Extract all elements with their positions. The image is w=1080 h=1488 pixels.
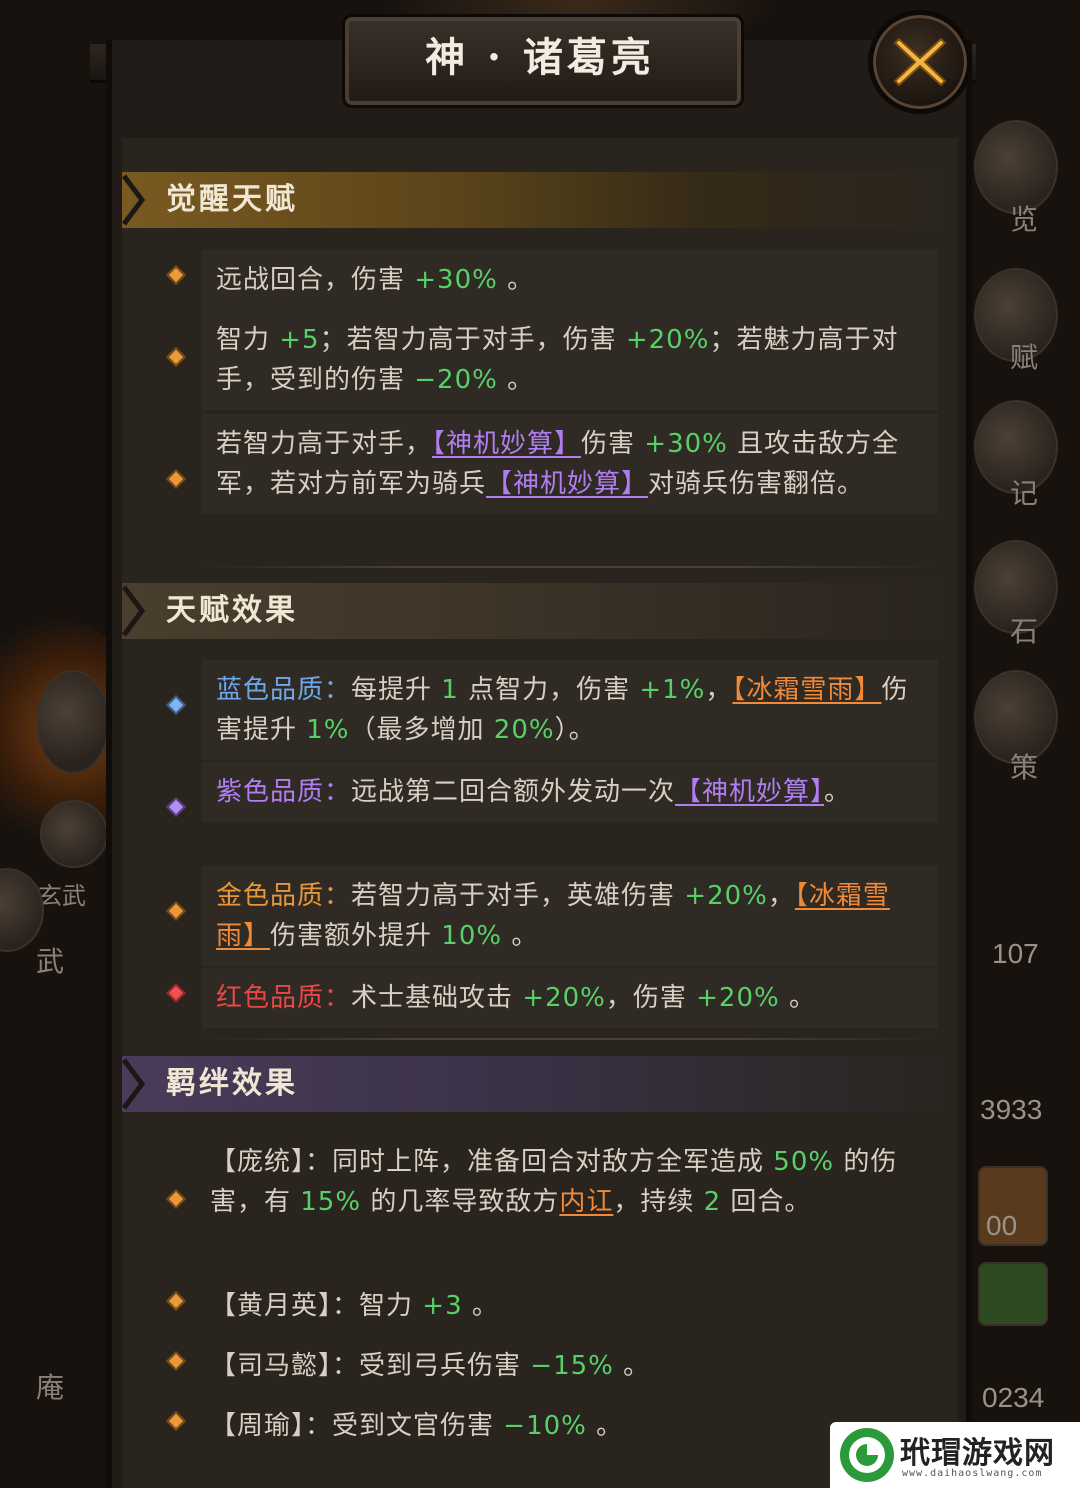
talent-row-gold: 金色品质：若智力高于对手，英雄伤害 +20%，【冰霜雪雨】伤害额外提升 10% … <box>202 866 938 966</box>
bond-row-pangtong: 【庞统】：同时上阵，准备回合对敌方全军造成 50% 的伤害，有 15% 的几率导… <box>210 1147 898 1217</box>
watermark-name: 玳瑁游戏网 <box>900 1436 1055 1471</box>
skill-link-shenji[interactable]: 【神机妙算】 <box>675 777 824 807</box>
side-label-overview: 览 <box>1010 203 1039 236</box>
divider <box>202 1038 938 1040</box>
section-title: 觉醒天赋 <box>166 182 298 217</box>
skill-link-shenji[interactable]: 【神机妙算】 <box>486 469 648 499</box>
awakening-row-1: 远战回合，伤害 +30% 。 <box>202 250 938 310</box>
talent-row-blue: 蓝色品质：每提升 1 点智力，伤害 +1%，【冰霜雪雨】伤害提升 1%（最多增加… <box>202 660 938 760</box>
divider <box>202 566 938 568</box>
status-link-neihong[interactable]: 内讧 <box>559 1187 613 1217</box>
skill-link-shenji[interactable]: 【神机妙算】 <box>432 429 581 459</box>
chevron-right-icon <box>122 174 146 226</box>
bond-row-zhouyu: 【周瑜】：受到文官伤害 −10% 。 <box>210 1411 624 1441</box>
side-label-yinyang: 庵 <box>36 1371 65 1404</box>
talent-row-purple: 紫色品质：远战第二回合额外发动一次【神机妙算】。 <box>202 762 938 822</box>
skill-link-bingshuang[interactable]: 【冰霜雪雨】 <box>732 675 881 705</box>
section-header-awakening: 觉醒天赋 <box>122 172 958 228</box>
talent-row-red: 红色品质：术士基础攻击 +20%，伤害 +20% 。 <box>202 968 938 1028</box>
chevron-right-icon <box>122 1058 146 1110</box>
section-title: 天赋效果 <box>166 593 298 628</box>
side-number-1: 107 <box>992 938 1039 969</box>
side-number-3: 00 <box>986 1210 1018 1241</box>
chevron-right-icon <box>122 585 146 637</box>
close-button[interactable] <box>868 10 972 114</box>
side-action-button-2[interactable] <box>978 1262 1048 1326</box>
section-header-bond-effect: 羁绊效果 <box>122 1056 958 1112</box>
site-watermark: 玳瑁游戏网 www.daihaoslwang.com <box>830 1422 1080 1488</box>
side-number-4: 0234 <box>982 1382 1045 1413</box>
side-label-wu: 武 <box>36 945 65 978</box>
bond-row-simayi: 【司马懿】：受到弓兵伤害 −15% 。 <box>210 1351 651 1381</box>
section-title: 羁绊效果 <box>166 1066 298 1101</box>
bond-row-huangyueying: 【黄月英】：智力 +3 。 <box>210 1291 499 1321</box>
side-label-strategy: 策 <box>1010 751 1039 784</box>
general-emblem <box>36 670 110 774</box>
close-icon <box>893 37 947 87</box>
awakening-row-2: 智力 +5；若智力高于对手，伤害 +20%；若魅力高于对手，受到的伤害 −20%… <box>202 310 938 410</box>
xuanwu-button[interactable] <box>40 800 108 868</box>
side-label-xuanwu: 玄武 <box>38 882 86 910</box>
section-header-talent-effect: 天赋效果 <box>122 583 958 639</box>
side-number-2: 3933 <box>980 1094 1043 1125</box>
watermark-url: www.daihaoslwang.com <box>902 1468 1043 1479</box>
site-logo-icon <box>840 1428 894 1482</box>
hero-title: 神 · 诸葛亮 <box>425 34 655 81</box>
side-label-talent: 赋 <box>1010 341 1039 374</box>
awakening-row-3: 若智力高于对手，【神机妙算】伤害 +30% 且攻击敌方全军，若对方前军为骑兵【神… <box>202 414 938 514</box>
side-label-record: 记 <box>1010 477 1039 510</box>
side-label-gem: 石 <box>1010 615 1039 648</box>
